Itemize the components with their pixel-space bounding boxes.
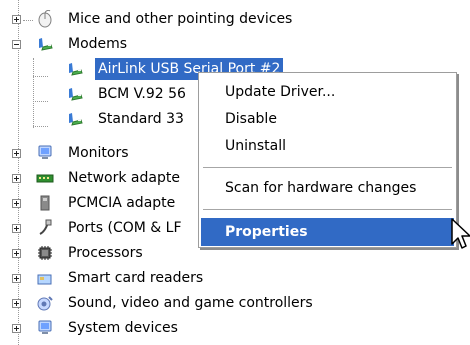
- pcmcia-icon: [40, 195, 50, 211]
- mouse-cursor-icon: [451, 218, 470, 249]
- modem-icon: [39, 38, 53, 51]
- modem-icon: [69, 88, 83, 101]
- tree-line: [23, 20, 33, 21]
- sound-icon: [37, 296, 53, 311]
- menu-item-label: Update Driver...: [225, 84, 336, 100]
- menu-item-update-driver[interactable]: Update Driver...: [201, 78, 454, 106]
- expand-icon[interactable]: [12, 199, 21, 208]
- smartcard-icon: [37, 274, 52, 285]
- tree-item-label: Processors: [68, 245, 143, 261]
- expand-icon[interactable]: [12, 274, 21, 283]
- tree-line: [33, 101, 48, 102]
- menu-item-label: Scan for hardware changes: [225, 180, 417, 196]
- tree-item-label: Network adapte: [68, 170, 180, 186]
- modem-icon: [69, 113, 83, 126]
- tree-line: [33, 58, 34, 128]
- tree-item-label: Mice and other pointing devices: [68, 11, 293, 27]
- mouse-icon: [38, 10, 52, 28]
- tree-item-label: BCM V.92 56: [98, 86, 186, 102]
- expand-icon[interactable]: [12, 224, 21, 233]
- tree-item-label: Monitors: [68, 145, 129, 161]
- network-icon: [36, 174, 54, 183]
- tree-line: [33, 126, 48, 127]
- menu-item-label: Disable: [225, 111, 277, 127]
- menu-separator: [203, 167, 452, 168]
- tree-item-label: Sound, video and game controllers: [68, 295, 313, 311]
- menu-item-properties[interactable]: Properties: [201, 218, 454, 246]
- expand-icon[interactable]: [12, 249, 21, 258]
- menu-item-uninstall[interactable]: Uninstall: [201, 132, 454, 160]
- tree-item-label: Modems: [68, 36, 128, 52]
- tree-line: [33, 76, 48, 77]
- collapse-icon[interactable]: [12, 40, 21, 49]
- context-menu: Update Driver... Disable Uninstall Scan …: [198, 72, 457, 248]
- system-icon: [38, 320, 52, 334]
- expand-icon[interactable]: [12, 15, 21, 24]
- tree-item-label: Ports (COM & LF: [68, 220, 182, 236]
- expand-icon[interactable]: [12, 149, 21, 158]
- tree-item-label: PCMCIA adapte: [68, 195, 176, 211]
- menu-item-disable[interactable]: Disable: [201, 105, 454, 133]
- expand-icon[interactable]: [12, 174, 21, 183]
- expand-icon[interactable]: [12, 299, 21, 308]
- port-icon: [39, 219, 52, 235]
- tree-line: [18, 0, 19, 345]
- tree-item-label: Smart card readers: [68, 270, 204, 286]
- menu-item-label: Properties: [225, 224, 308, 240]
- modem-icon: [69, 63, 83, 76]
- menu-separator: [203, 209, 452, 210]
- tree-item-label: Standard 33: [98, 111, 184, 127]
- menu-item-scan-hardware[interactable]: Scan for hardware changes: [201, 174, 454, 202]
- menu-item-label: Uninstall: [225, 138, 287, 154]
- expand-icon[interactable]: [12, 324, 21, 333]
- processor-icon: [38, 246, 52, 260]
- tree-item-label: System devices: [68, 320, 178, 336]
- monitor-icon: [38, 145, 52, 159]
